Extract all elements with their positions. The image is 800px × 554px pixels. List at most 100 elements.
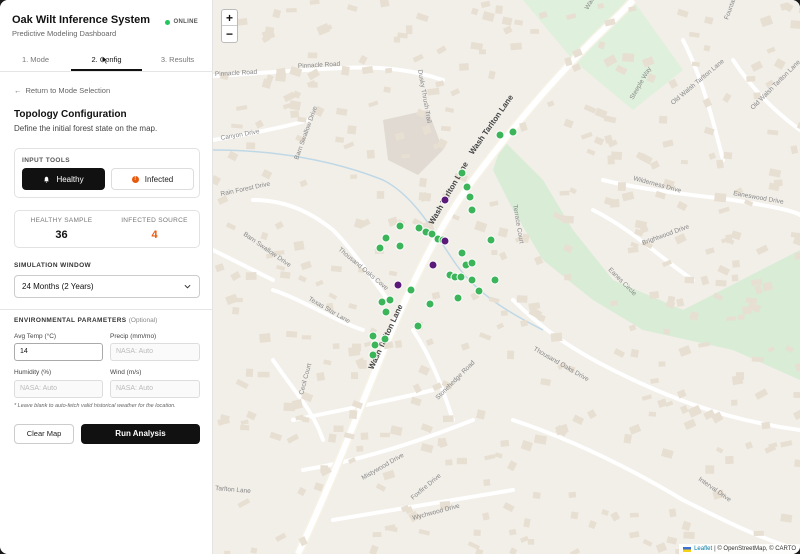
run-analysis-button[interactable]: Run Analysis bbox=[81, 424, 200, 444]
infected-tool-button[interactable]: ! Infected bbox=[111, 168, 194, 190]
street-label: Fountainwood Drive bbox=[723, 0, 749, 21]
zoom-out-button[interactable]: − bbox=[222, 26, 237, 42]
healthy-tree-marker[interactable] bbox=[425, 299, 435, 309]
healthy-tree-marker[interactable] bbox=[465, 192, 475, 202]
healthy-tree-marker[interactable] bbox=[375, 243, 385, 253]
healthy-tree-marker[interactable] bbox=[385, 295, 395, 305]
house-footprint bbox=[766, 46, 776, 54]
healthy-tree-marker[interactable] bbox=[380, 334, 390, 344]
house-footprint bbox=[489, 200, 499, 207]
house-footprint bbox=[540, 378, 552, 386]
house-footprint bbox=[394, 340, 403, 349]
wind-field[interactable]: NASA: Auto bbox=[110, 380, 200, 398]
house-footprint bbox=[501, 16, 513, 26]
house-footprint bbox=[658, 361, 666, 367]
healthy-tree-marker[interactable] bbox=[467, 275, 477, 285]
house-footprint bbox=[676, 200, 688, 212]
tab-config[interactable]: 2. Config bbox=[71, 48, 142, 71]
house-footprint bbox=[603, 115, 617, 124]
house-footprint bbox=[730, 399, 738, 406]
healthy-tree-marker[interactable] bbox=[406, 285, 416, 295]
healthy-tree-marker[interactable] bbox=[370, 340, 380, 350]
healthy-tree-marker[interactable] bbox=[462, 182, 472, 192]
leaflet-link[interactable]: Leaflet bbox=[694, 546, 712, 552]
healthy-tree-marker[interactable] bbox=[395, 241, 405, 251]
house-footprint bbox=[717, 264, 731, 276]
precip-label: Precip (mm/mo) bbox=[110, 333, 157, 340]
house-footprint bbox=[506, 460, 518, 472]
house-footprint bbox=[246, 142, 256, 150]
healthy-tree-marker[interactable] bbox=[467, 258, 477, 268]
house-footprint bbox=[705, 247, 715, 255]
infected-tree-marker[interactable] bbox=[440, 195, 450, 205]
healthy-tree-marker[interactable] bbox=[495, 130, 505, 140]
clear-map-button[interactable]: Clear Map bbox=[14, 424, 74, 444]
house-footprint bbox=[352, 343, 362, 352]
house-footprint bbox=[474, 548, 484, 554]
healthy-tree-marker[interactable] bbox=[377, 297, 387, 307]
house-footprint bbox=[564, 274, 572, 281]
house-footprint bbox=[520, 439, 533, 452]
house-footprint bbox=[688, 31, 700, 38]
healthy-tree-marker[interactable] bbox=[457, 168, 467, 178]
humidity-field[interactable]: NASA: Auto bbox=[14, 380, 103, 398]
house-footprint bbox=[641, 394, 653, 401]
simulation-window-select[interactable]: 24 Months (2 Years) bbox=[14, 275, 200, 298]
house-footprint bbox=[657, 398, 668, 409]
tab-mode[interactable]: 1. Mode bbox=[0, 48, 71, 71]
healthy-tree-marker[interactable] bbox=[490, 275, 500, 285]
healthy-tree-marker[interactable] bbox=[457, 248, 467, 258]
house-footprint bbox=[580, 131, 593, 140]
healthy-tree-marker[interactable] bbox=[395, 221, 405, 231]
healthy-tool-button[interactable]: Healthy bbox=[22, 168, 105, 190]
house-footprint bbox=[642, 539, 653, 547]
house-footprint bbox=[722, 92, 732, 103]
healthy-tree-marker[interactable] bbox=[368, 331, 378, 341]
house-footprint bbox=[257, 371, 270, 378]
healthy-tree-marker[interactable] bbox=[368, 350, 378, 360]
healthy-tree-marker[interactable] bbox=[467, 205, 477, 215]
house-footprint bbox=[274, 221, 284, 230]
infected-tree-marker[interactable] bbox=[428, 260, 438, 270]
avg-temp-field[interactable]: 14 bbox=[14, 343, 103, 361]
house-footprint bbox=[340, 65, 350, 76]
healthy-tree-marker[interactable] bbox=[508, 127, 518, 137]
healthy-tree-marker[interactable] bbox=[456, 272, 466, 282]
house-footprint bbox=[261, 168, 273, 180]
house-footprint bbox=[420, 442, 434, 454]
house-footprint bbox=[418, 528, 431, 536]
zoom-in-button[interactable]: + bbox=[222, 10, 237, 26]
house-footprint bbox=[389, 425, 403, 436]
healthy-tree-marker[interactable] bbox=[413, 321, 423, 331]
healthy-tree-marker[interactable] bbox=[381, 307, 391, 317]
house-footprint bbox=[744, 441, 754, 450]
env-params-label: ENVIRONMENTAL PARAMETERS (Optional) bbox=[14, 317, 157, 324]
infected-tree-marker[interactable] bbox=[393, 280, 403, 290]
house-footprint bbox=[610, 300, 619, 307]
healthy-tree-marker[interactable] bbox=[486, 235, 496, 245]
house-footprint bbox=[275, 532, 287, 543]
humidity-label: Humidity (%) bbox=[14, 369, 52, 376]
healthy-tree-marker[interactable] bbox=[381, 233, 391, 243]
house-footprint bbox=[233, 297, 243, 303]
tab-results[interactable]: 3. Results bbox=[142, 48, 213, 71]
house-footprint bbox=[780, 440, 793, 448]
house-footprint bbox=[705, 465, 715, 474]
house-footprint bbox=[622, 52, 635, 63]
simulation-window-value: 24 Months (2 Years) bbox=[22, 282, 94, 291]
house-footprint bbox=[562, 215, 574, 224]
arrow-left-icon: ← bbox=[14, 86, 22, 95]
back-link[interactable]: ← Return to Mode Selection bbox=[14, 86, 110, 95]
house-footprint bbox=[794, 459, 800, 468]
house-footprint bbox=[629, 512, 639, 518]
map-svg[interactable]: Washington RoadPinnacle RoadPinnacle Roa… bbox=[213, 0, 800, 554]
map-canvas[interactable]: Washington RoadPinnacle RoadPinnacle Roa… bbox=[213, 0, 800, 554]
healthy-tree-marker[interactable] bbox=[453, 293, 463, 303]
infected-tree-marker[interactable] bbox=[440, 236, 450, 246]
input-tools-label: INPUT TOOLS bbox=[22, 157, 70, 164]
precip-field[interactable]: NASA: Auto bbox=[110, 343, 200, 361]
healthy-tree-marker[interactable] bbox=[474, 286, 484, 296]
house-footprint bbox=[240, 424, 250, 431]
house-footprint bbox=[569, 548, 581, 554]
house-footprint bbox=[792, 408, 800, 421]
